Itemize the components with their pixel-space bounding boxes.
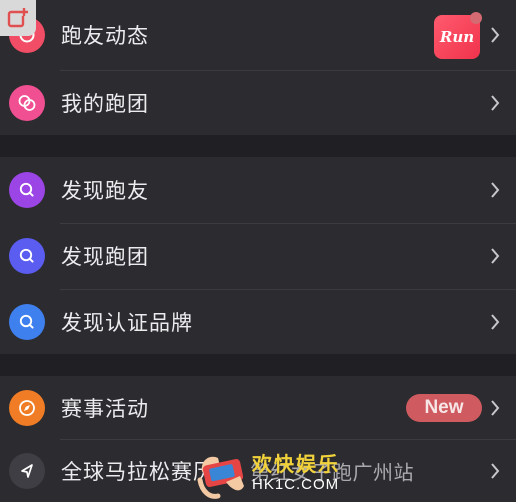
menu-item-label: 发现跑友 — [61, 179, 149, 203]
section-gap — [0, 135, 516, 157]
chevron-right-icon — [491, 313, 500, 330]
chevron-right-icon — [491, 399, 500, 416]
location-arrow-icon — [9, 452, 45, 489]
compass-icon — [9, 389, 45, 426]
menu-item-my-run-club[interactable]: 我的跑团 — [0, 70, 516, 135]
gamepad-hands-icon — [197, 456, 244, 499]
search-icon — [9, 172, 45, 208]
run-community-screen: 跑友动态 Run 我的跑团 发现跑友 发现跑团 发现认证品牌 赛事活动 New … — [0, 0, 516, 502]
menu-item-discover-runners[interactable]: 发现跑友 — [0, 157, 516, 223]
chevron-right-icon — [491, 182, 500, 198]
chevron-right-icon — [491, 462, 500, 479]
menu-item-label: 跑友动态 — [61, 24, 149, 48]
menu-item-label: 发现跑团 — [61, 245, 149, 269]
discover-group: 发现跑友 发现跑团 发现认证品牌 — [0, 157, 516, 354]
chevron-right-icon — [491, 27, 500, 43]
menu-item-runner-feed[interactable]: 跑友动态 Run — [0, 0, 516, 70]
menu-item-label: 我的跑团 — [61, 91, 149, 116]
menu-item-discover-brands[interactable]: 发现认证品牌 — [0, 289, 516, 354]
menu-item-discover-run-clubs[interactable]: 发现跑团 — [0, 223, 516, 289]
menu-item-events[interactable]: 赛事活动 New — [0, 376, 516, 439]
add-window-icon[interactable] — [0, 0, 36, 36]
chevron-right-icon — [491, 94, 500, 111]
chevron-right-icon — [491, 248, 500, 264]
run-badge-text: Run — [439, 28, 475, 46]
watermark-logo: 欢快娱乐 HK1C.COM — [196, 446, 366, 502]
social-group: 跑友动态 Run 我的跑团 — [0, 0, 516, 135]
new-badge: New — [406, 393, 482, 422]
watermark-title: 欢快娱乐 — [252, 452, 340, 476]
menu-item-label: 赛事活动 — [61, 396, 149, 421]
notification-dot — [470, 12, 482, 24]
menu-item-label: 全球马拉松赛历 — [61, 459, 215, 484]
menu-item-label: 发现认证品牌 — [61, 310, 193, 335]
search-icon — [9, 238, 45, 274]
linked-rings-icon — [9, 84, 45, 121]
search-icon — [9, 303, 45, 340]
section-gap — [0, 354, 516, 376]
watermark-url: HK1C.COM — [252, 476, 340, 493]
